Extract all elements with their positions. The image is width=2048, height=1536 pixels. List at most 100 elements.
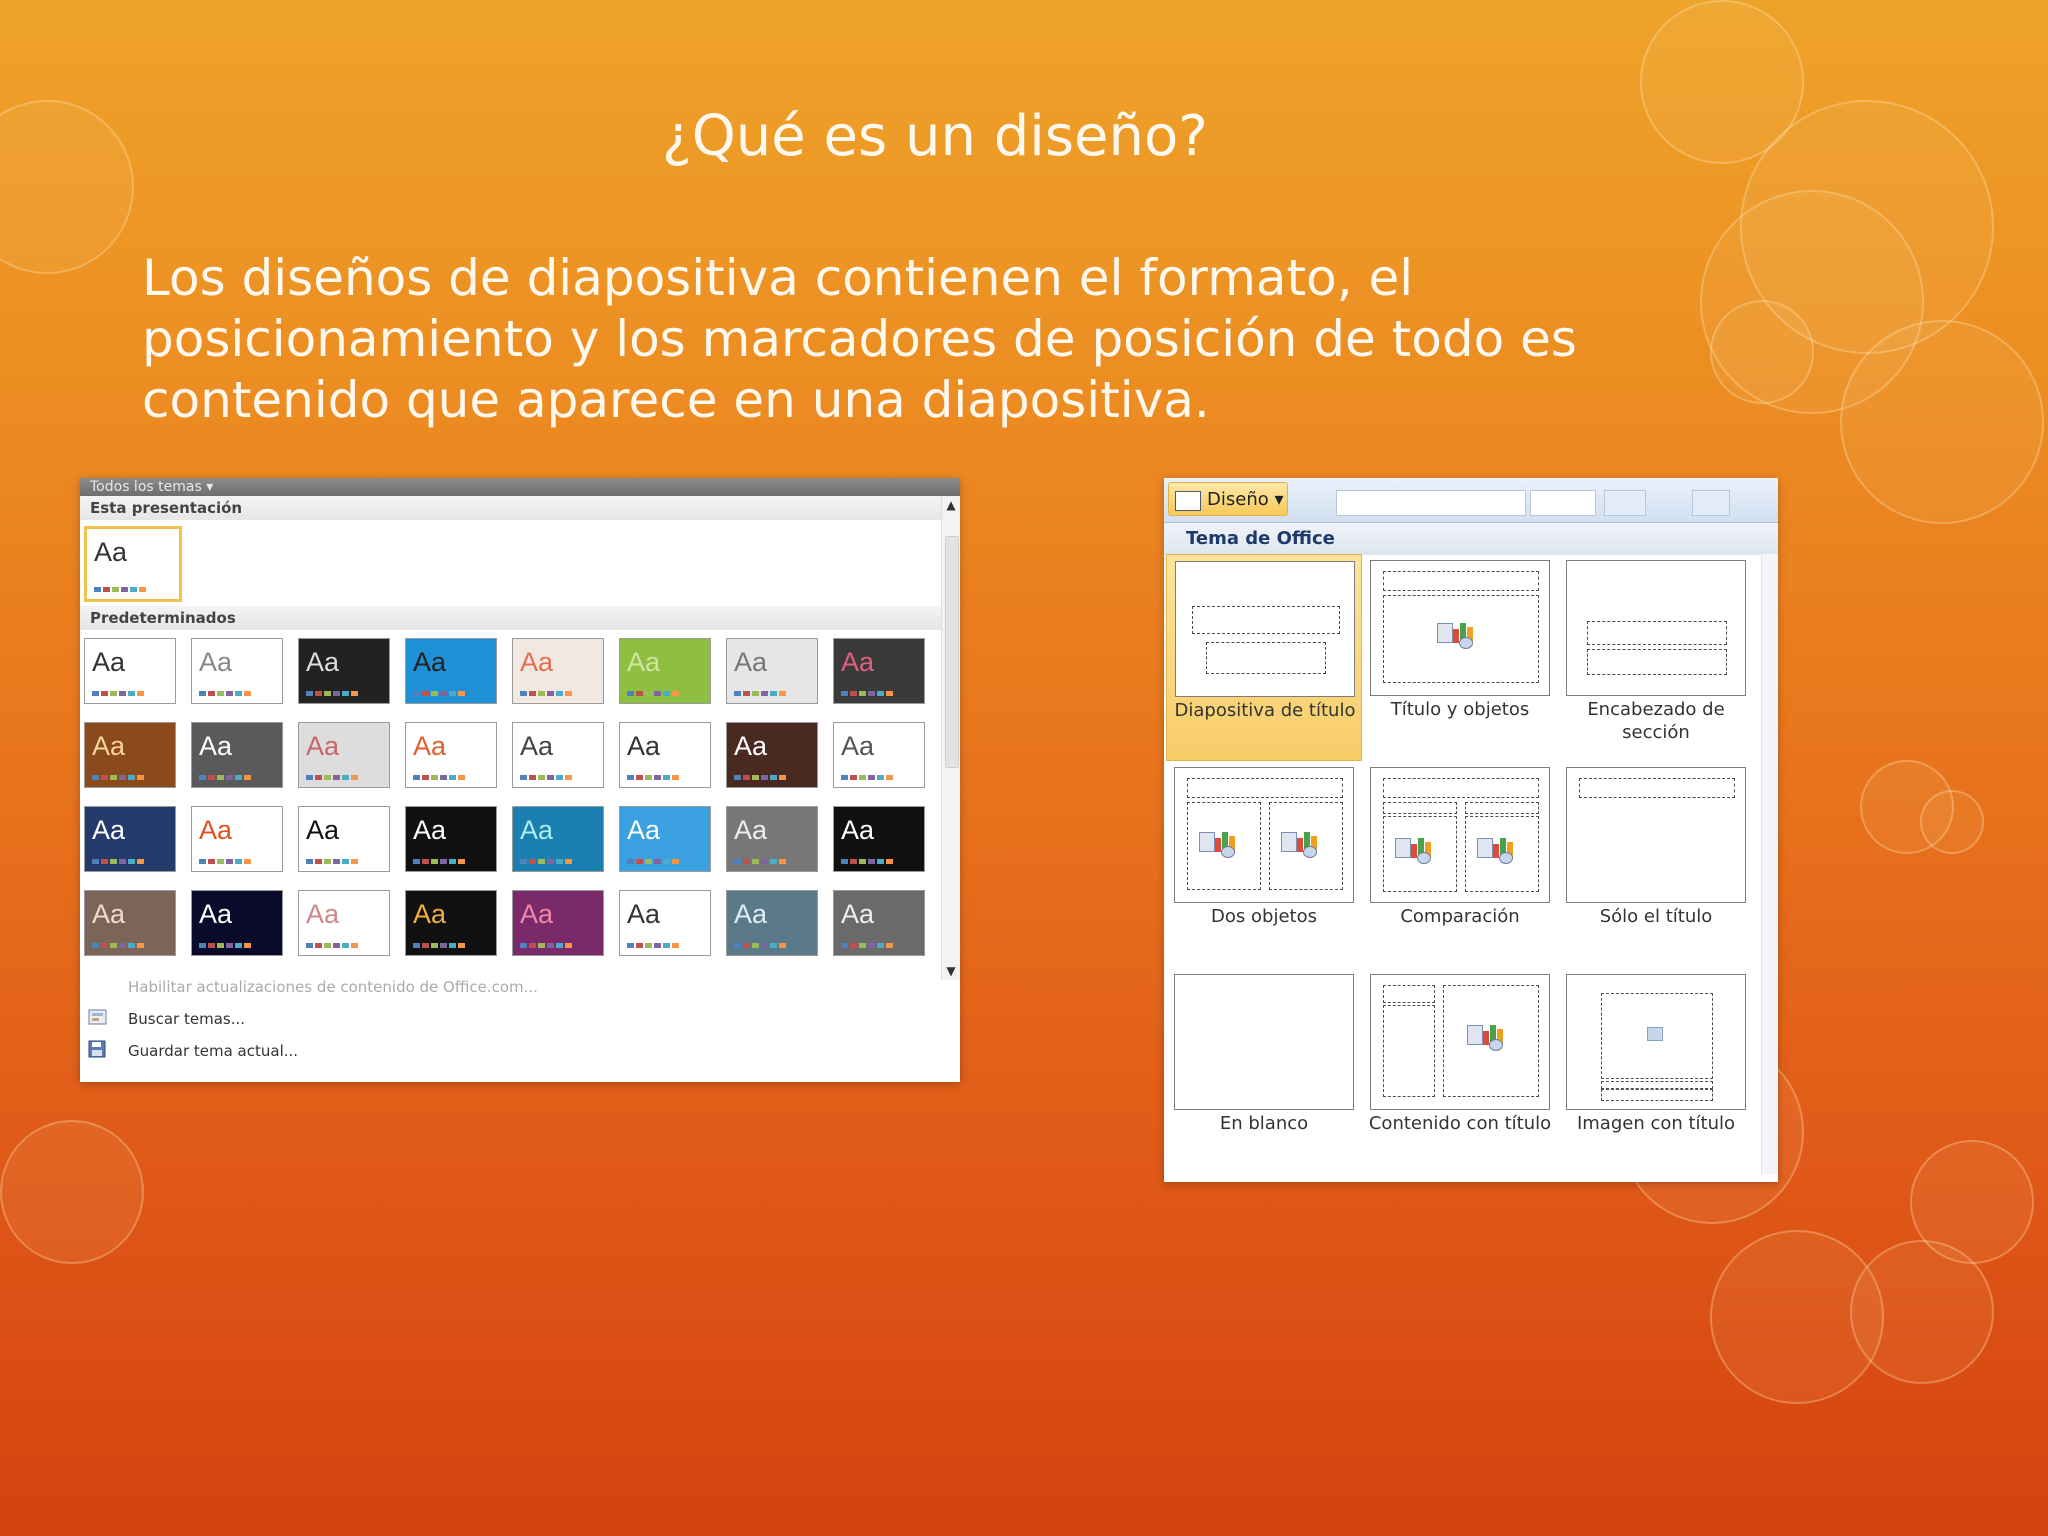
color-swatches <box>92 775 144 780</box>
theme-thumbnail[interactable]: Aa <box>726 638 818 704</box>
theme-aa-label: Aa <box>627 815 661 845</box>
theme-thumbnail[interactable]: Aa <box>298 722 390 788</box>
theme-thumbnail[interactable]: Aa <box>191 806 283 872</box>
theme-thumbnail[interactable]: Aa <box>191 722 283 788</box>
theme-thumbnail[interactable]: Aa <box>405 806 497 872</box>
scroll-down-arrow-icon[interactable]: ▼ <box>942 962 960 980</box>
color-swatches <box>413 859 465 864</box>
layout-option[interactable]: Diapositiva de título <box>1166 554 1362 761</box>
theme-aa-label: Aa <box>199 899 233 929</box>
font-name-field[interactable] <box>1336 490 1526 516</box>
layout-option[interactable]: Sólo el título <box>1558 761 1754 968</box>
theme-thumbnail[interactable]: Aa <box>512 722 604 788</box>
body-line: posicionamiento y los marcadores de posi… <box>142 310 1577 368</box>
theme-aa-label: Aa <box>734 647 768 677</box>
bokeh-circle <box>1920 790 1984 854</box>
theme-thumbnail[interactable]: Aa <box>726 806 818 872</box>
color-swatches <box>841 859 893 864</box>
grow-font-button[interactable] <box>1604 490 1646 516</box>
theme-thumbnail[interactable]: Aa <box>512 806 604 872</box>
theme-thumbnail[interactable]: Aa <box>726 890 818 956</box>
theme-thumbnail[interactable]: Aa <box>84 722 176 788</box>
color-swatches <box>627 859 679 864</box>
color-swatches <box>627 943 679 948</box>
layout-gallery: Diseño ▾ Tema de Office Diapositiva de t… <box>1164 478 1778 1182</box>
theme-thumbnail[interactable]: Aa <box>512 890 604 956</box>
theme-thumbnail[interactable]: Aa <box>833 638 925 704</box>
scrollbar-thumb[interactable] <box>945 536 959 768</box>
color-swatches <box>841 775 893 780</box>
theme-thumbnail[interactable]: Aa <box>298 890 390 956</box>
theme-grid: Aa Aa Aa Aa Aa Aa Aa Aa Aa Aa Aa Aa Aa Aa Aa Aa Aa Aa Aa Aa… <box>80 630 960 970</box>
layout-option[interactable]: Encabezado de sección <box>1558 554 1754 761</box>
layout-label: Dos objetos <box>1211 906 1317 927</box>
theme-aa-label: Aa <box>734 899 768 929</box>
themes-gallery-header[interactable]: Todos los temas ▾ <box>80 478 960 496</box>
layout-option[interactable]: Imagen con título <box>1558 968 1754 1175</box>
bokeh-circle <box>1710 300 1814 404</box>
layout-label: Imagen con título <box>1576 1113 1736 1134</box>
theme-aa-label: Aa <box>92 731 126 761</box>
theme-thumbnail[interactable]: Aa <box>833 722 925 788</box>
save-current-theme-command[interactable]: Guardar tema actual... <box>128 1042 298 1060</box>
color-swatches <box>92 943 144 948</box>
theme-thumbnail[interactable]: Aa <box>619 806 711 872</box>
layout-label: Contenido con título <box>1368 1113 1552 1134</box>
text-format-button[interactable] <box>1692 490 1730 516</box>
theme-thumbnail-current[interactable]: Aa <box>84 526 182 602</box>
theme-thumbnail[interactable]: Aa <box>84 806 176 872</box>
layout-option[interactable]: Dos objetos <box>1166 761 1362 968</box>
layout-scrollbar[interactable] <box>1761 554 1778 1174</box>
color-swatches <box>520 691 572 696</box>
section-current-presentation: Esta presentación <box>80 496 960 520</box>
layout-preview <box>1566 974 1746 1110</box>
theme-aa-label: Aa <box>413 815 447 845</box>
theme-thumbnail[interactable]: Aa <box>833 890 925 956</box>
theme-aa-label: Aa <box>841 647 875 677</box>
theme-thumbnail[interactable]: Aa <box>84 638 176 704</box>
theme-thumbnail[interactable]: Aa <box>726 722 818 788</box>
section-builtin-themes: Predeterminados <box>80 606 960 630</box>
theme-aa-label: Aa <box>199 731 233 761</box>
theme-thumbnail[interactable]: Aa <box>619 890 711 956</box>
theme-aa-label: Aa <box>627 731 661 761</box>
theme-thumbnail[interactable]: Aa <box>405 722 497 788</box>
theme-thumbnail[interactable]: Aa <box>191 638 283 704</box>
theme-thumbnail[interactable]: Aa <box>405 638 497 704</box>
layout-preview <box>1566 560 1746 696</box>
color-swatches <box>520 943 572 948</box>
theme-thumbnail[interactable]: Aa <box>298 638 390 704</box>
color-swatches <box>199 691 251 696</box>
layout-dropdown-button[interactable]: Diseño ▾ <box>1168 482 1288 516</box>
color-swatches <box>734 943 786 948</box>
theme-thumbnail[interactable]: Aa <box>619 722 711 788</box>
color-swatches <box>841 691 893 696</box>
theme-thumbnail[interactable]: Aa <box>405 890 497 956</box>
theme-thumbnail[interactable]: Aa <box>298 806 390 872</box>
color-swatches <box>306 859 358 864</box>
layout-preview <box>1370 560 1550 696</box>
theme-thumbnail[interactable]: Aa <box>84 890 176 956</box>
layout-section-header: Tema de Office <box>1164 523 1778 555</box>
browse-themes-command[interactable]: Buscar temas... <box>128 1010 245 1028</box>
layout-button-label: Diseño ▾ <box>1207 489 1284 510</box>
theme-aa-label: Aa <box>413 731 447 761</box>
layout-option[interactable]: En blanco <box>1166 968 1362 1175</box>
theme-thumbnail[interactable]: Aa <box>191 890 283 956</box>
theme-thumbnail[interactable]: Aa <box>833 806 925 872</box>
theme-aa-label: Aa <box>306 731 340 761</box>
theme-aa-label: Aa <box>627 899 661 929</box>
theme-thumbnail[interactable]: Aa <box>619 638 711 704</box>
layout-option[interactable]: Comparación <box>1362 761 1558 968</box>
color-swatches <box>199 943 251 948</box>
content-icon <box>1467 1021 1513 1053</box>
theme-thumbnail[interactable]: Aa <box>512 638 604 704</box>
color-swatches <box>841 943 893 948</box>
font-size-field[interactable] <box>1530 490 1596 516</box>
layout-option[interactable]: Contenido con título <box>1362 968 1558 1175</box>
layout-option[interactable]: Título y objetos <box>1362 554 1558 761</box>
scroll-up-arrow-icon[interactable]: ▲ <box>942 496 960 514</box>
color-swatches <box>413 943 465 948</box>
layout-preview <box>1175 561 1355 697</box>
themes-scrollbar[interactable]: ▲ ▼ <box>941 496 960 980</box>
